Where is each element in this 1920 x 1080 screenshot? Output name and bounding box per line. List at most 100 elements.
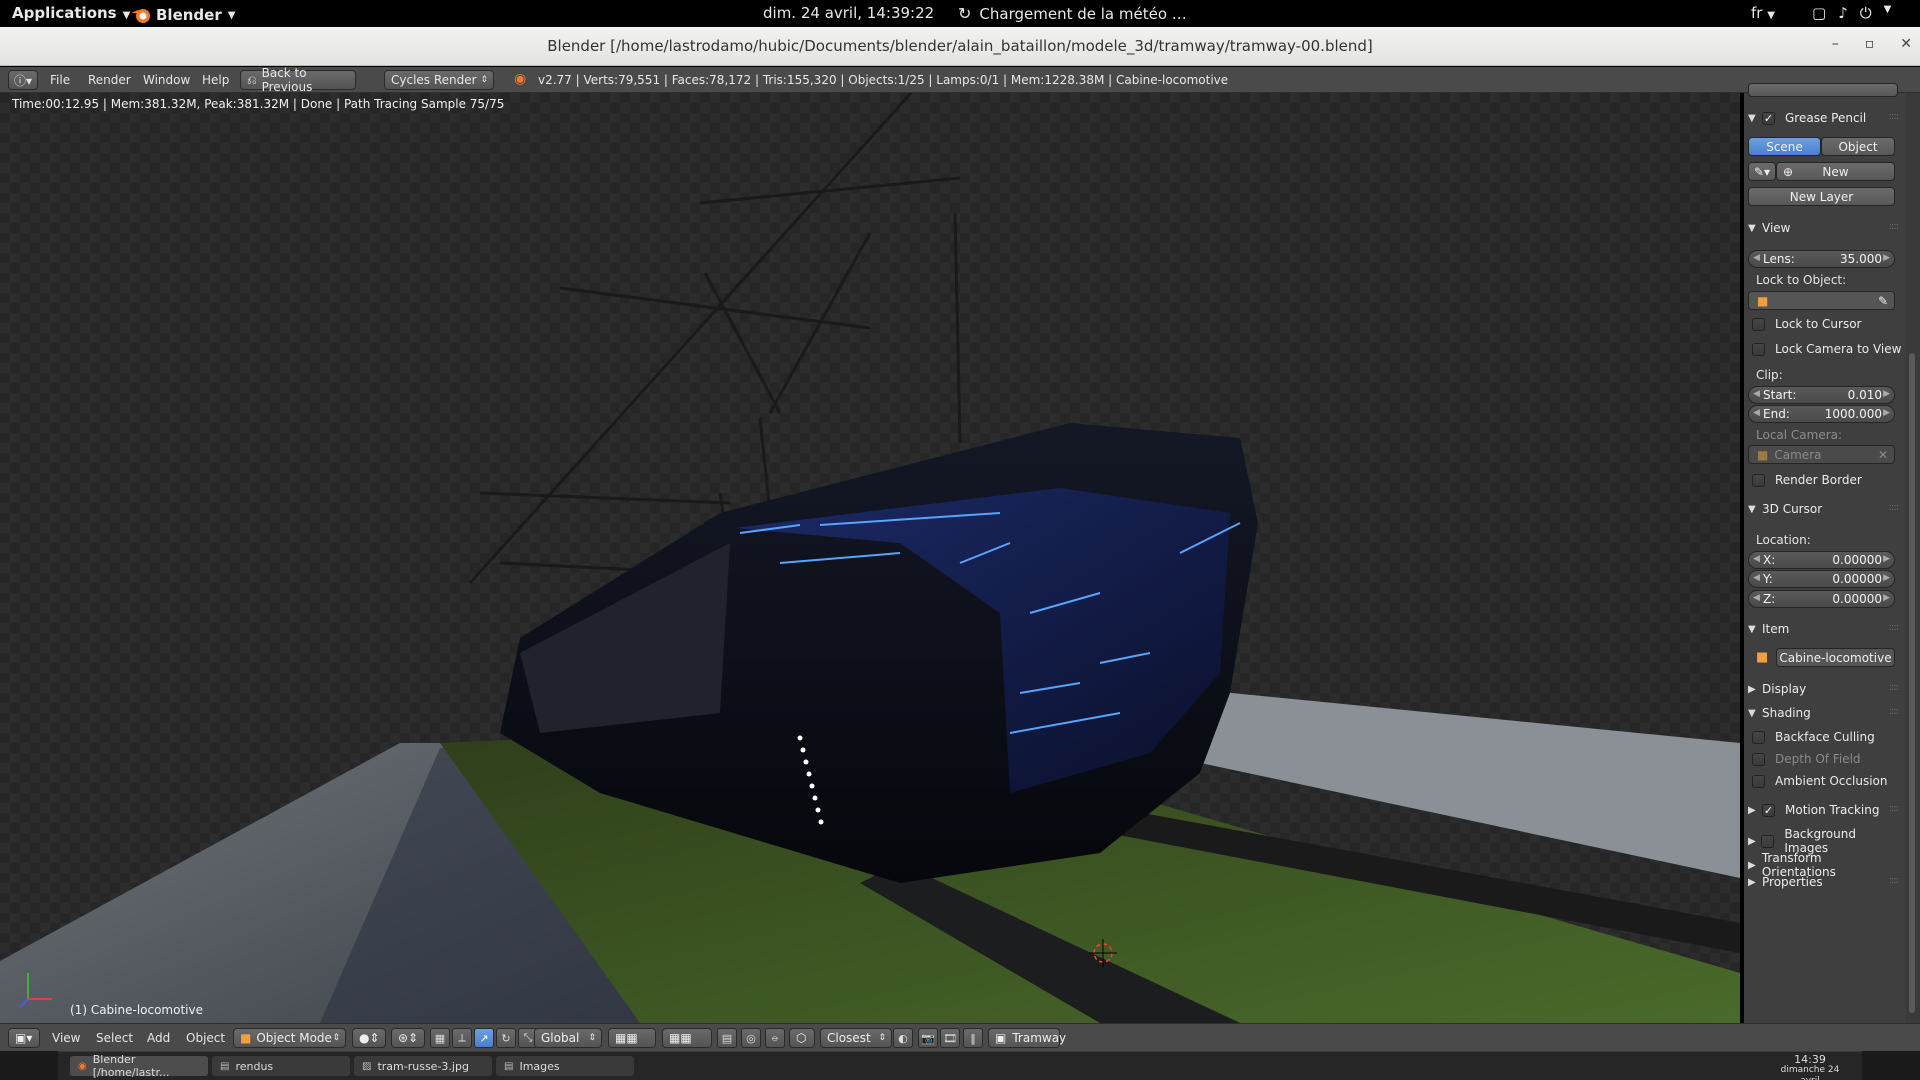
decrement-icon[interactable]: ◀ bbox=[1753, 408, 1760, 418]
lens-field[interactable]: ◀ Lens: 35.000 ▶ bbox=[1748, 250, 1895, 268]
ambient-occlusion-checkbox[interactable]: Ambient Occlusion bbox=[1752, 774, 1887, 788]
shading-panel-header[interactable]: ▼ Shading :::: bbox=[1748, 706, 1900, 720]
minimize-button[interactable]: – bbox=[1832, 36, 1839, 52]
menu-window[interactable]: Window bbox=[143, 73, 190, 87]
decrement-icon[interactable]: ◀ bbox=[1753, 593, 1760, 603]
blender-app-menu[interactable]: Blender ▼ bbox=[130, 4, 235, 26]
opengl-render-button[interactable]: 📷 bbox=[918, 1028, 938, 1048]
new-layer-button[interactable]: New Layer bbox=[1748, 187, 1895, 206]
clip-end-field[interactable]: ◀ End: 1000.000 ▶ bbox=[1748, 405, 1895, 423]
align-rotation-button[interactable]: ◐ bbox=[893, 1028, 913, 1048]
grease-pencil-scene-button[interactable]: Scene bbox=[1748, 137, 1821, 156]
decrement-icon[interactable]: ◀ bbox=[1753, 253, 1760, 263]
transform-orientation-select[interactable]: Global ⇕ bbox=[534, 1028, 602, 1048]
lock-layers-button[interactable]: ▤ bbox=[717, 1028, 737, 1048]
3d-viewport[interactable]: Time:00:12.95 | Mem:381.32M, Peak:381.32… bbox=[0, 93, 1740, 1023]
properties-panel-header[interactable]: ▶ Properties :::: bbox=[1748, 875, 1900, 889]
grip-icon[interactable]: :::: bbox=[1889, 706, 1900, 717]
layers-group-1[interactable]: ▦▦ bbox=[608, 1028, 656, 1048]
scene-select[interactable]: ▣ Tramway bbox=[988, 1028, 1066, 1048]
grip-icon[interactable]: :::: bbox=[1889, 875, 1900, 886]
decrement-icon[interactable]: ◀ bbox=[1753, 554, 1760, 564]
properties-scrollbar[interactable] bbox=[1906, 93, 1920, 1023]
increment-icon[interactable]: ▶ bbox=[1883, 253, 1890, 263]
grip-icon[interactable]: :::: bbox=[1889, 803, 1900, 814]
screen-toggle-button[interactable]: ‖ bbox=[963, 1028, 983, 1048]
proportional-edit-button[interactable]: ◎ bbox=[741, 1028, 761, 1048]
applications-menu[interactable]: Applications ▼ bbox=[12, 4, 130, 22]
grease-pencil-new-button[interactable]: ⊕ New bbox=[1776, 162, 1895, 181]
background-images-checkbox[interactable] bbox=[1761, 834, 1784, 848]
menu-object[interactable]: Object bbox=[186, 1031, 225, 1045]
grip-icon[interactable]: :::: bbox=[1889, 221, 1900, 232]
grip-icon[interactable]: :::: bbox=[1889, 682, 1900, 693]
grip-icon[interactable]: :::: bbox=[1889, 111, 1900, 122]
render-border-checkbox[interactable]: Render Border bbox=[1752, 473, 1862, 487]
system-tray[interactable]: ▢ ♪ ⏻ ▼ bbox=[1812, 4, 1891, 22]
task-images[interactable]: ▤ Images bbox=[496, 1056, 634, 1076]
interaction-mode-select[interactable]: ■ Object Mode ⇕ bbox=[233, 1028, 346, 1048]
grease-pencil-object-button[interactable]: Object bbox=[1821, 137, 1895, 156]
menu-render[interactable]: Render bbox=[88, 73, 131, 87]
taskbar-clock[interactable]: 14:39 dimanche 24 avril bbox=[1770, 1054, 1850, 1080]
close-button[interactable]: ✕ bbox=[1900, 36, 1912, 52]
cursor-y-field[interactable]: ◀ Y: 0.00000 ▶ bbox=[1748, 570, 1895, 588]
layer-visibility-toggle[interactable]: ▦ bbox=[430, 1028, 450, 1048]
back-to-previous-button[interactable]: ⎌ Back to Previous bbox=[240, 66, 356, 94]
snap-toggle-button[interactable]: ⦵ bbox=[765, 1028, 785, 1048]
system-clock[interactable]: dim. 24 avril, 14:39:22 bbox=[763, 4, 934, 22]
motion-tracking-panel-header[interactable]: ▶ ✓ Motion Tracking :::: bbox=[1748, 803, 1900, 817]
item-panel-header[interactable]: ▼ Item :::: bbox=[1748, 622, 1900, 636]
task-tram-image[interactable]: ▨ tram-russe-3.jpg bbox=[354, 1056, 492, 1076]
menu-help[interactable]: Help bbox=[202, 73, 229, 87]
display-panel-header[interactable]: ▶ Display :::: bbox=[1748, 682, 1900, 696]
menu-file[interactable]: File bbox=[50, 73, 70, 87]
grip-icon[interactable]: :::: bbox=[1889, 622, 1900, 633]
manipulator-toggle[interactable]: ⟂ bbox=[452, 1028, 472, 1048]
grip-icon[interactable]: :::: bbox=[1889, 502, 1900, 513]
task-blender[interactable]: ◉ Blender [/home/lastr... bbox=[70, 1053, 208, 1079]
eyedropper-icon[interactable]: ✎ bbox=[1878, 294, 1888, 308]
window-titlebar[interactable]: Blender [/home/lastrodamo/hubic/Document… bbox=[0, 27, 1920, 66]
grease-pencil-checkbox[interactable]: ✓ bbox=[1762, 111, 1785, 125]
item-name-field[interactable]: Cabine-locomotive bbox=[1776, 648, 1895, 667]
pencil-datablock-selector[interactable]: ✎▾ bbox=[1748, 162, 1776, 181]
menu-select[interactable]: Select bbox=[96, 1031, 133, 1045]
viewport-shading-select[interactable]: ●⇕ bbox=[352, 1028, 386, 1048]
task-rendus[interactable]: ▤ rendus bbox=[212, 1056, 350, 1076]
view-panel-header[interactable]: ▼ View :::: bbox=[1748, 221, 1900, 235]
editor-type-button[interactable]: ⓘ▾ bbox=[8, 70, 38, 90]
lock-to-cursor-checkbox[interactable]: Lock to Cursor bbox=[1752, 317, 1861, 331]
weather-indicator[interactable]: ↻ Chargement de la météo … bbox=[958, 4, 1187, 23]
translate-manipulator-button[interactable]: ↗ bbox=[474, 1028, 494, 1048]
rotate-manipulator-button[interactable]: ↻ bbox=[496, 1028, 516, 1048]
maximize-button[interactable]: ▫ bbox=[1865, 36, 1875, 52]
snap-element-select[interactable]: ⬡ bbox=[789, 1028, 815, 1048]
lock-object-field[interactable]: ■ ✎ bbox=[1748, 291, 1895, 310]
panel-top-field[interactable] bbox=[1748, 83, 1898, 97]
decrement-icon[interactable]: ◀ bbox=[1753, 573, 1760, 583]
snap-target-select[interactable]: Closest ⇕ bbox=[820, 1028, 892, 1048]
motion-tracking-checkbox[interactable]: ✓ bbox=[1762, 803, 1785, 817]
increment-icon[interactable]: ▶ bbox=[1883, 573, 1890, 583]
menu-add[interactable]: Add bbox=[147, 1031, 170, 1045]
menu-view[interactable]: View bbox=[52, 1031, 80, 1045]
clip-start-field[interactable]: ◀ Start: 0.010 ▶ bbox=[1748, 386, 1895, 404]
decrement-icon[interactable]: ◀ bbox=[1753, 389, 1760, 399]
pivot-point-select[interactable]: ⊛⇕ bbox=[391, 1028, 425, 1048]
cursor-x-field[interactable]: ◀ X: 0.00000 ▶ bbox=[1748, 551, 1895, 569]
increment-icon[interactable]: ▶ bbox=[1883, 554, 1890, 564]
language-indicator[interactable]: fr ▼ bbox=[1751, 4, 1775, 22]
grease-pencil-panel-header[interactable]: ▼ ✓ Grease Pencil :::: bbox=[1748, 111, 1900, 125]
backface-culling-checkbox[interactable]: Backface Culling bbox=[1752, 730, 1875, 744]
render-engine-select[interactable]: Cycles Render ⇕ bbox=[384, 70, 494, 90]
cursor-z-field[interactable]: ◀ Z: 0.00000 ▶ bbox=[1748, 590, 1895, 608]
layers-group-2[interactable]: ▦▦ bbox=[662, 1028, 712, 1048]
increment-icon[interactable]: ▶ bbox=[1883, 593, 1890, 603]
increment-icon[interactable]: ▶ bbox=[1883, 408, 1890, 418]
lock-camera-to-view-checkbox[interactable]: Lock Camera to View bbox=[1752, 342, 1901, 356]
opengl-animation-button[interactable]: 🎞 bbox=[940, 1028, 960, 1048]
editor-type-button[interactable]: ▣▾ bbox=[8, 1028, 40, 1048]
scrollbar-thumb[interactable] bbox=[1909, 353, 1915, 1013]
increment-icon[interactable]: ▶ bbox=[1883, 389, 1890, 399]
